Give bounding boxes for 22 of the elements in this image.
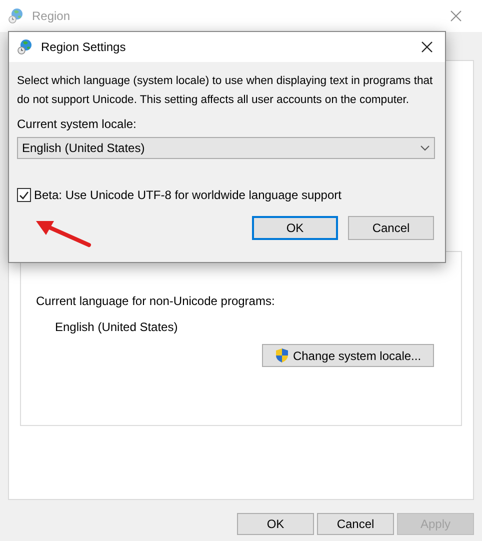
beta-checkbox[interactable] [17,188,31,202]
locale-value: English (United States) [22,140,145,157]
apply-button[interactable]: Cancel [348,216,434,240]
shield-icon [274,348,289,363]
dialog-title: Region Settings [41,39,127,56]
beta-option-label: Beta: Use Unicode UTF-8 for worldwide language support [34,187,342,204]
close-icon[interactable] [421,41,433,53]
change-system-locale-button[interactable]: Change system locale... [262,344,434,367]
apply-button[interactable]: Cancel [317,513,394,535]
window-title: Region [32,8,72,25]
current-language-value: English (United States) [55,319,179,336]
arrow-drawing [34,219,92,249]
locale-label: Current system locale: [17,116,138,133]
locale-dropdown[interactable]: English (United States) [17,137,435,159]
globe-icon [17,39,33,55]
apply-button[interactable]: OK [237,513,314,535]
dialog-description: Select which language (system locale) to use when displaying text in programs that do not support Unicode. This setting affects all user accounts on the computer. [17,74,434,108]
apply-button[interactable]: OK [252,216,338,240]
chevron-down-icon [420,145,430,151]
check-icon [19,190,29,200]
globe-icon [8,8,24,24]
current-language-label: Current language for non-Unicode programs: [36,293,276,310]
